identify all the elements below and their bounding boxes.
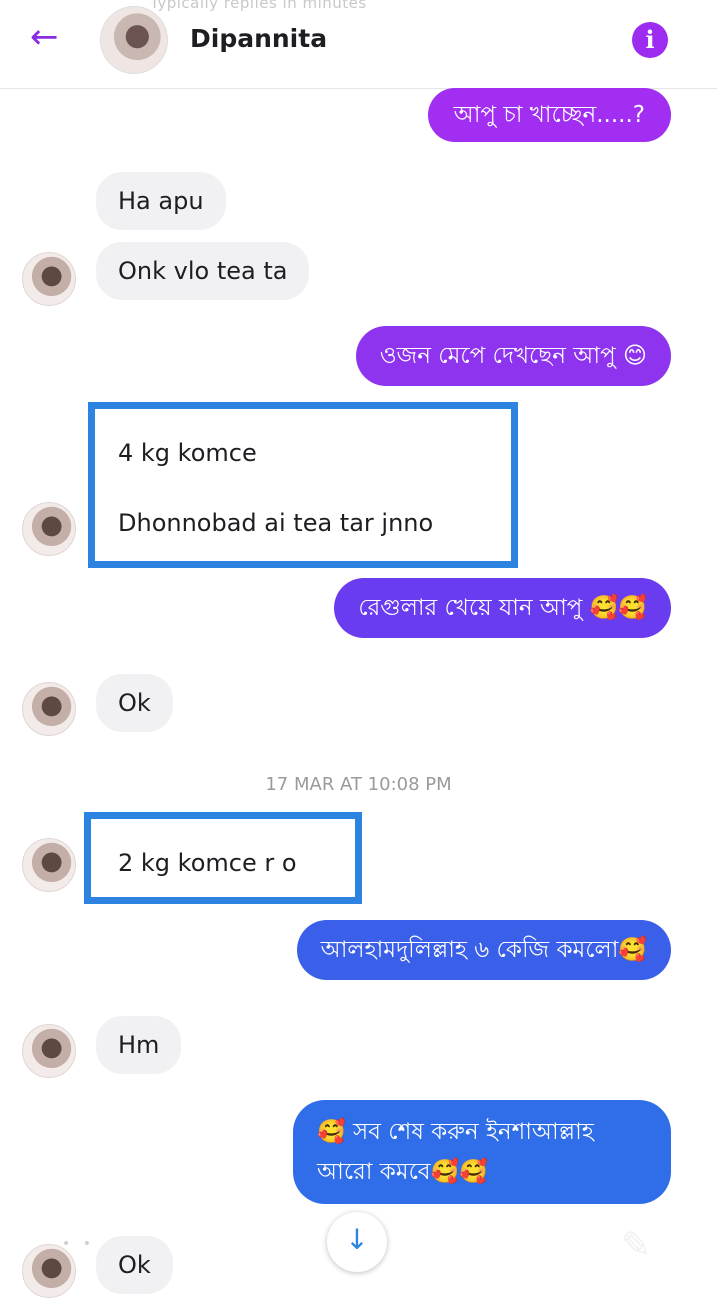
message-bubble-incoming[interactable]: Hm — [96, 1016, 182, 1074]
message-bubble-incoming[interactable]: Ha apu — [96, 172, 226, 230]
message-bubble-outgoing[interactable]: রেগুলার খেয়ে যান আপু 🥰🥰 — [334, 578, 671, 638]
conversation-header: Typically replies in minutes ← Dipannita… — [0, 0, 717, 89]
message-timestamp: 17 MAR AT 10:08 PM — [265, 774, 452, 795]
message-bubble-incoming[interactable]: Ok — [96, 674, 173, 732]
typing-dots-icon: • • — [62, 1236, 95, 1252]
info-icon[interactable]: i — [632, 22, 668, 58]
contact-avatar-small — [22, 502, 76, 556]
contact-avatar-small — [22, 252, 76, 306]
message-bubble-outgoing[interactable]: 🥰 সব শেষ করুন ইনশাআল্লাহ আরো কমবে🥰🥰 — [293, 1100, 671, 1204]
contact-avatar-small — [22, 838, 76, 892]
contact-avatar-small — [22, 682, 76, 736]
message-bubble-incoming[interactable]: 4 kg komce — [96, 424, 279, 482]
back-arrow-icon[interactable]: ← — [30, 20, 70, 54]
message-line: আরো কমবে🥰🥰 — [317, 1159, 488, 1185]
header-subline: Typically replies in minutes — [150, 0, 367, 12]
message-bubble-outgoing[interactable]: আপু চা খাচ্ছেন.....? — [427, 88, 671, 142]
message-bubble-incoming[interactable]: Onk vlo tea ta — [96, 242, 310, 300]
message-bubble-outgoing[interactable]: ওজন মেপে দেখছেন আপু 😊 — [355, 326, 671, 386]
message-bubble-outgoing[interactable]: আলহামদুলিল্লাহ ৬ কেজি কমলো🥰 — [296, 920, 671, 980]
message-bubble-incoming[interactable]: Dhonnobad ai tea tar jnno — [96, 494, 456, 552]
contact-name[interactable]: Dipannita — [190, 24, 327, 53]
message-bubble-incoming[interactable]: Ok — [96, 1236, 173, 1294]
compose-pencil-icon[interactable]: ✎ — [614, 1224, 658, 1268]
contact-avatar-small — [22, 1024, 76, 1078]
message-bubble-incoming[interactable]: 2 kg komce r o — [96, 834, 319, 892]
message-line: 🥰 সব শেষ করুন ইনশাআল্লাহ — [317, 1119, 594, 1145]
scroll-down-icon[interactable]: ↓ — [327, 1212, 387, 1272]
contact-avatar-small — [22, 1244, 76, 1298]
contact-avatar[interactable] — [100, 6, 168, 74]
